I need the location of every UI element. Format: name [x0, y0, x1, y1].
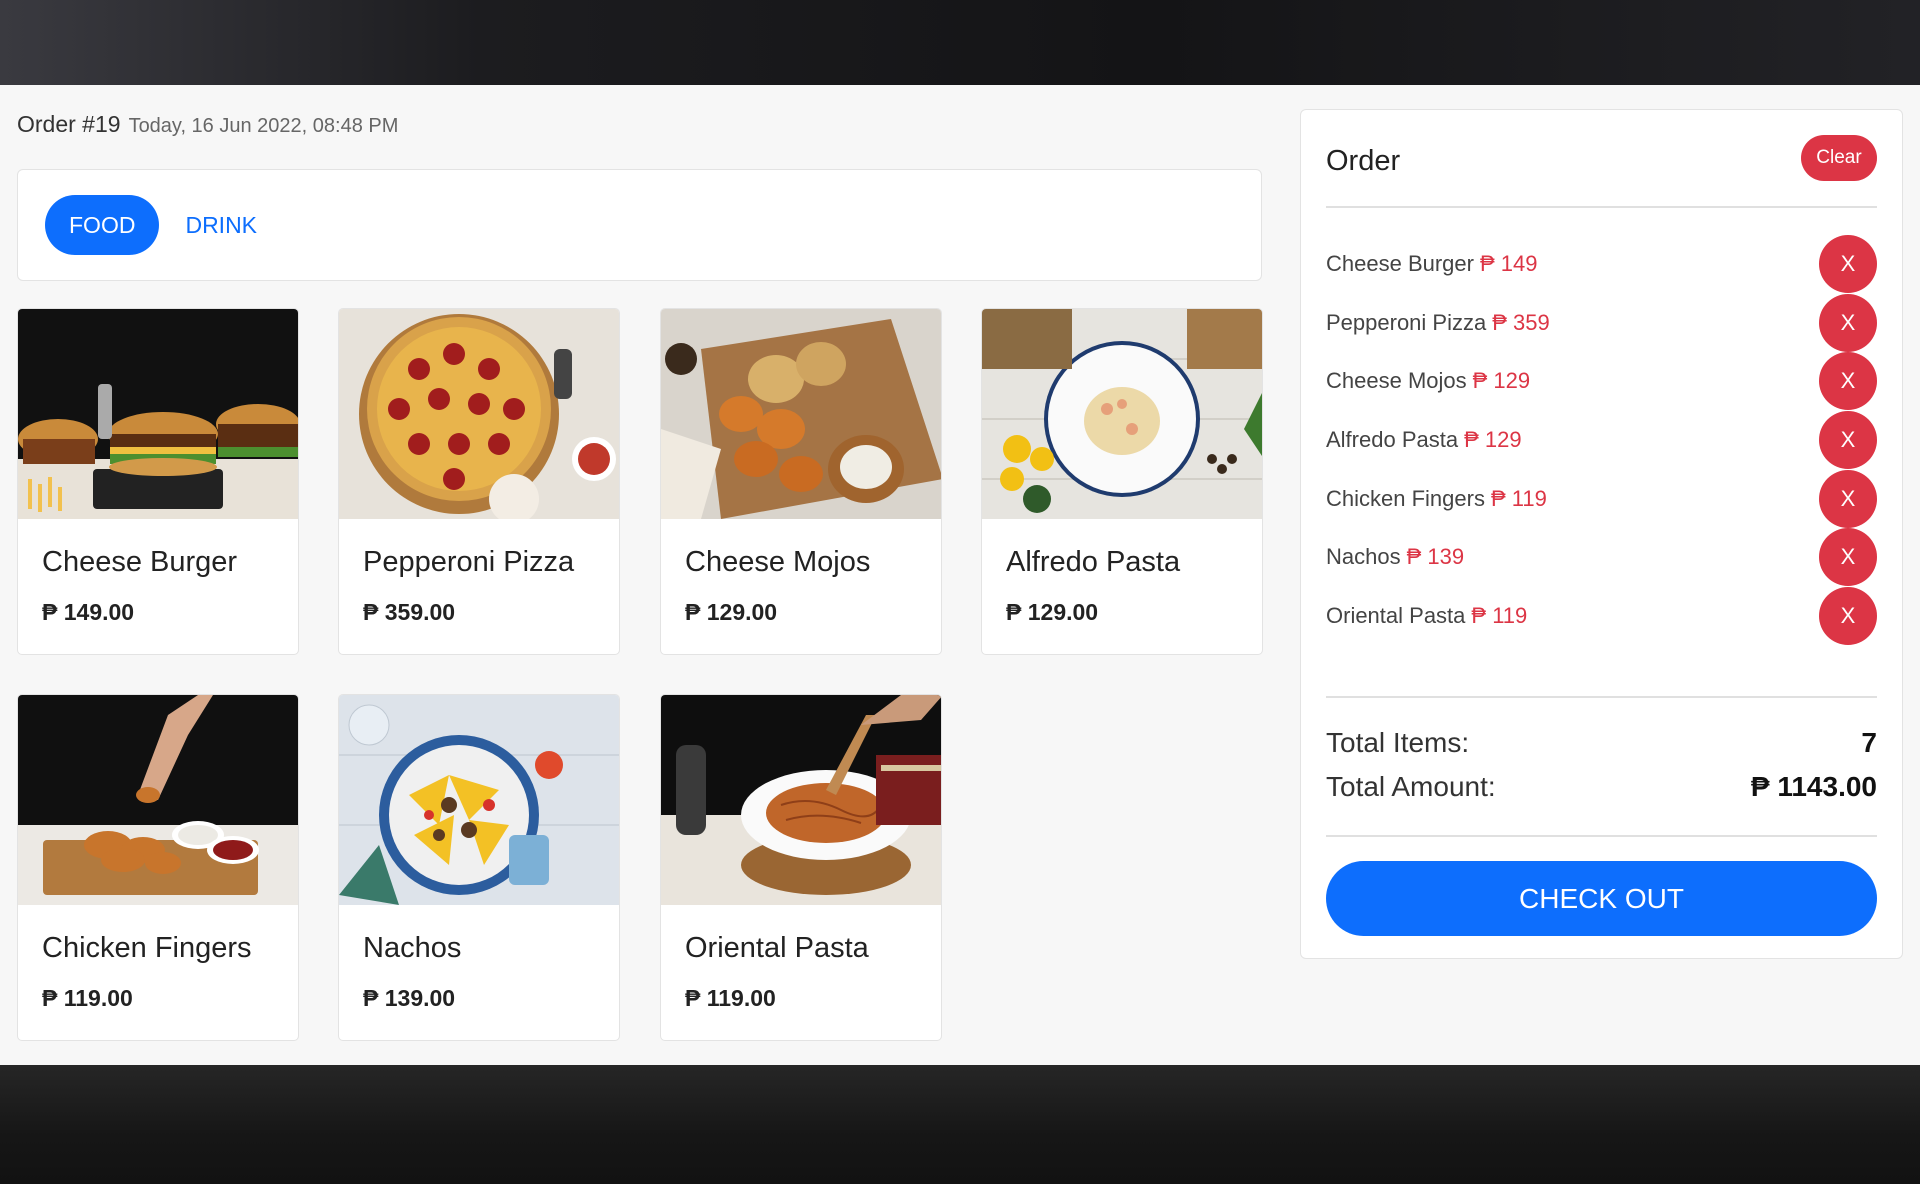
total-amount-value: ₱ 1143.00: [1750, 771, 1877, 802]
cheese-mojos-photo: [661, 309, 941, 519]
order-item-label: Nachos ₱ 139: [1326, 544, 1464, 570]
order-item: Alfredo Pasta ₱ 129 X: [1326, 411, 1877, 469]
order-divider-bottom: [1326, 835, 1877, 837]
oriental-pasta-photo: [661, 695, 941, 905]
order-item-name: Oriental Pasta: [1326, 603, 1466, 628]
product-name: Cheese Mojos: [685, 546, 871, 578]
remove-item-button[interactable]: X: [1819, 235, 1877, 293]
order-item: Pepperoni Pizza ₱ 359 X: [1326, 294, 1877, 352]
order-item-label: Oriental Pasta ₱ 119: [1326, 603, 1527, 629]
remove-item-button[interactable]: X: [1819, 411, 1877, 469]
order-item-name: Pepperoni Pizza: [1326, 310, 1487, 335]
remove-item-button[interactable]: X: [1819, 352, 1877, 410]
remove-item-button[interactable]: X: [1819, 528, 1877, 586]
top-backdrop: [0, 0, 1920, 85]
remove-item-button[interactable]: X: [1819, 587, 1877, 645]
product-card-chicken-fingers[interactable]: Chicken Fingers ₱ 119.00: [17, 694, 299, 1041]
order-item: Oriental Pasta ₱ 119 X: [1326, 587, 1877, 645]
bottom-backdrop: [0, 1065, 1920, 1184]
order-item-amount: ₱ 139: [1406, 544, 1465, 569]
order-item-amount: ₱ 129: [1464, 427, 1522, 452]
product-card-cheese-mojos[interactable]: Cheese Mojos ₱ 129.00: [660, 308, 942, 655]
nachos-photo: [339, 695, 619, 905]
order-item-label: Pepperoni Pizza ₱ 359: [1326, 310, 1550, 336]
product-price: ₱ 139.00: [363, 985, 456, 1011]
product-name: Pepperoni Pizza: [363, 546, 575, 578]
cheese-burger-photo: [18, 309, 298, 519]
order-item-amount: ₱ 119: [1490, 486, 1547, 511]
product-name: Alfredo Pasta: [1006, 546, 1181, 578]
product-name: Chicken Fingers: [42, 932, 252, 964]
total-items-label: Total Items:: [1326, 727, 1470, 758]
product-card-cheese-burger[interactable]: Cheese Burger ₱ 149.00: [17, 308, 299, 655]
checkout-button[interactable]: CHECK OUT: [1326, 861, 1877, 936]
order-item-label: Chicken Fingers ₱ 119: [1326, 486, 1547, 512]
order-item-name: Alfredo Pasta: [1326, 427, 1459, 452]
order-item-amount: ₱ 359: [1492, 310, 1550, 335]
product-name: Nachos: [363, 932, 462, 964]
order-header: Order #19 Today, 16 Jun 2022, 08:48 PM: [17, 111, 398, 138]
tab-drink[interactable]: DRINK: [185, 195, 257, 255]
product-name: Cheese Burger: [42, 546, 238, 578]
total-items-value: 7: [1861, 727, 1877, 758]
product-name: Oriental Pasta: [685, 932, 869, 964]
clear-order-button[interactable]: Clear: [1801, 135, 1877, 181]
order-item-name: Nachos: [1326, 544, 1401, 569]
product-price: ₱ 129.00: [1006, 599, 1099, 625]
total-amount-label: Total Amount:: [1326, 771, 1496, 802]
order-number: Order #19: [17, 111, 121, 137]
pos-app: Order #19 Today, 16 Jun 2022, 08:48 PM F…: [0, 85, 1920, 1065]
order-item-label: Alfredo Pasta ₱ 129: [1326, 427, 1522, 453]
product-price: ₱ 359.00: [363, 599, 456, 625]
order-item: Cheese Burger ₱ 149 X: [1326, 235, 1877, 293]
order-item-amount: ₱ 119: [1471, 603, 1528, 628]
product-card-nachos[interactable]: Nachos ₱ 139.00: [338, 694, 620, 1041]
order-item-name: Cheese Mojos: [1326, 368, 1467, 393]
product-price: ₱ 119.00: [42, 985, 133, 1011]
total-items-row: Total Items: 7: [1326, 727, 1877, 759]
remove-item-button[interactable]: X: [1819, 470, 1877, 528]
chicken-fingers-photo: [18, 695, 298, 905]
order-panel: Order Clear Cheese Burger ₱ 149 X Peppero…: [1300, 109, 1903, 959]
product-card-pepperoni-pizza[interactable]: Pepperoni Pizza ₱ 359.00: [338, 308, 620, 655]
order-title: Order: [1326, 145, 1401, 177]
order-divider-top: [1326, 206, 1877, 208]
order-item-amount: ₱ 129: [1472, 368, 1531, 393]
product-price: ₱ 119.00: [685, 985, 776, 1011]
product-card-oriental-pasta[interactable]: Oriental Pasta ₱ 119.00: [660, 694, 942, 1041]
product-price: ₱ 149.00: [42, 599, 135, 625]
product-card-alfredo-pasta[interactable]: Alfredo Pasta ₱ 129.00: [981, 308, 1263, 655]
pepperoni-pizza-photo: [339, 309, 619, 519]
order-item-name: Cheese Burger: [1326, 251, 1474, 276]
order-item-amount: ₱ 149: [1479, 251, 1538, 276]
order-item: Chicken Fingers ₱ 119 X: [1326, 470, 1877, 528]
order-date: Today, 16 Jun 2022, 08:48 PM: [128, 115, 399, 137]
order-item: Nachos ₱ 139 X: [1326, 528, 1877, 586]
order-item: Cheese Mojos ₱ 129 X: [1326, 352, 1877, 410]
product-price: ₱ 129.00: [685, 599, 778, 625]
alfredo-pasta-photo: [982, 309, 1262, 519]
order-item-name: Chicken Fingers: [1326, 486, 1485, 511]
order-divider-middle: [1326, 696, 1877, 698]
total-amount-row: Total Amount: ₱ 1143.00: [1326, 771, 1877, 803]
order-item-label: Cheese Burger ₱ 149: [1326, 251, 1537, 277]
tab-food[interactable]: FOOD: [45, 195, 160, 255]
remove-item-button[interactable]: X: [1819, 294, 1877, 352]
category-tabs: FOOD DRINK: [17, 169, 1262, 281]
order-item-label: Cheese Mojos ₱ 129: [1326, 368, 1530, 394]
